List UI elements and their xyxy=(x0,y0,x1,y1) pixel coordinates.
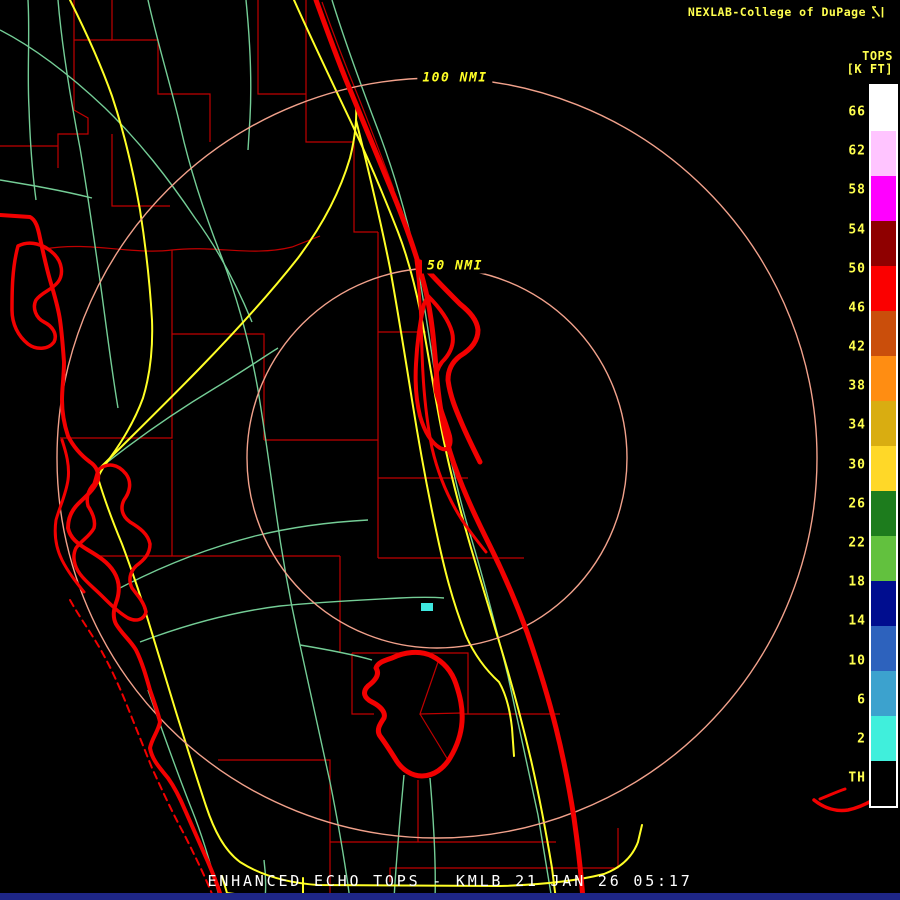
colorbar-band-7 xyxy=(871,401,896,446)
colorbar-band-9 xyxy=(871,491,896,536)
colorbar-tick-10: 10 xyxy=(848,653,866,669)
radar-echo xyxy=(421,603,433,611)
colorbar-tick-22: 22 xyxy=(848,535,866,551)
colorbar-tick-30: 30 xyxy=(848,457,866,473)
county-boundaries xyxy=(0,0,619,900)
colorbar-bands xyxy=(869,84,898,808)
colorbar-tick-2: 2 xyxy=(857,731,866,747)
colorbar-band-1 xyxy=(871,131,896,176)
colorbar-ticks: 66 62 58 54 50 46 42 38 34 30 26 22 18 14 10 6 2 TH xyxy=(806,0,866,860)
colorbar-tick-TH: TH xyxy=(848,770,866,786)
ring-label-50nmi: 50 NMI xyxy=(422,258,488,274)
colorbar-tick-54: 54 xyxy=(848,222,866,238)
ring-50nmi xyxy=(246,267,628,649)
ring-100nmi xyxy=(56,77,818,839)
colorbar-tick-58: 58 xyxy=(848,182,866,198)
colorbar-band-4 xyxy=(871,266,896,311)
colorbar-band-15 xyxy=(871,761,896,806)
colorbar-tick-6: 6 xyxy=(857,692,866,708)
colorbar-band-3 xyxy=(871,221,896,266)
colorbar-tick-66: 66 xyxy=(848,104,866,120)
colorbar-band-2 xyxy=(871,176,896,221)
colorbar-tick-14: 14 xyxy=(848,613,866,629)
colorbar-band-12 xyxy=(871,626,896,671)
status-text: ENHANCED ECHO TOPS - KMLB 21 JAN 26 05:1… xyxy=(207,872,693,890)
colorbar-band-5 xyxy=(871,311,896,356)
colorbar-band-8 xyxy=(871,446,896,491)
radar-display: 100 NMI 50 NMI NEXLAB-College of DuPage … xyxy=(0,0,900,900)
colorbar-band-6 xyxy=(871,356,896,401)
colorbar-band-0 xyxy=(871,86,896,131)
colorbar-band-14 xyxy=(871,716,896,761)
colorbar-tick-46: 46 xyxy=(848,300,866,316)
colorbar-band-13 xyxy=(871,671,896,716)
radar-map xyxy=(0,0,875,900)
bottom-strip xyxy=(0,893,900,900)
colorbar-tick-34: 34 xyxy=(848,417,866,433)
cod-weather-glyph-icon xyxy=(872,5,884,18)
colorbar-tick-50: 50 xyxy=(848,261,866,277)
colorbar-tick-42: 42 xyxy=(848,339,866,355)
roads-secondary xyxy=(0,0,553,900)
range-rings xyxy=(56,77,818,839)
ring-label-100nmi: 100 NMI xyxy=(417,70,493,86)
colorbar-tick-38: 38 xyxy=(848,378,866,394)
colorbar-band-10 xyxy=(871,536,896,581)
colorbar-tick-26: 26 xyxy=(848,496,866,512)
colorbar-tick-18: 18 xyxy=(848,574,866,590)
colorbar-tick-62: 62 xyxy=(848,143,866,159)
colorbar-band-11 xyxy=(871,581,896,626)
